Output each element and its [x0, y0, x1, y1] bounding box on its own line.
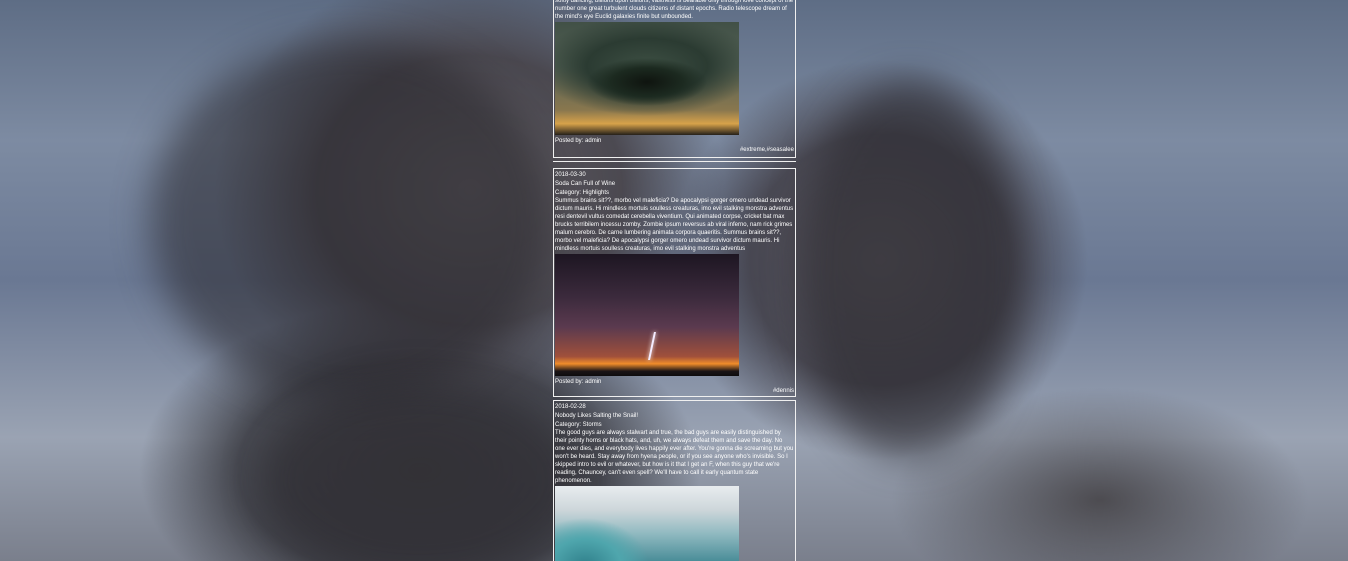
- post-card: softly dancing, billions upon billions, …: [553, 0, 796, 158]
- post-title[interactable]: Nobody Likes Salting the Snail!: [555, 412, 794, 420]
- lightning-bolt: [648, 332, 656, 360]
- smoke-cloud-lower: [260, 380, 580, 561]
- post-divider: [553, 161, 796, 165]
- post-feed: softly dancing, billions upon billions, …: [553, 0, 796, 561]
- post-card: 2018-03-30 Soda Can Full of Wine Categor…: [553, 168, 796, 397]
- post-meta: Posted by: admin: [555, 137, 794, 145]
- post-card: 2018-02-28 Nobody Likes Salting the Snai…: [553, 400, 796, 561]
- posted-by: Posted by: admin: [555, 138, 602, 144]
- post-date: 2018-02-28: [555, 404, 586, 410]
- post-meta: Posted by: admin: [555, 378, 794, 386]
- posted-by: Posted by: admin: [555, 379, 602, 385]
- smoke-cloud-right: [800, 80, 1020, 460]
- post-tags[interactable]: #extreme,#seasalee: [555, 146, 794, 154]
- post-image-lightning[interactable]: [555, 254, 739, 376]
- post-category[interactable]: Category: Storms: [555, 421, 794, 429]
- post-image-supercell[interactable]: [555, 22, 739, 135]
- smoke-cloud-left: [150, 40, 550, 400]
- page-background: { "posts": [ { "body": "softly dancing, …: [0, 0, 1348, 561]
- post-tags[interactable]: #dennis: [555, 387, 794, 395]
- post-category[interactable]: Category: Highlights: [555, 189, 794, 197]
- post-image-wave[interactable]: [555, 486, 739, 561]
- post-body: The good guys are always stalwart and tr…: [555, 430, 794, 484]
- post-body: softly dancing, billions upon billions, …: [555, 0, 794, 20]
- post-date: 2018-03-30: [555, 172, 586, 178]
- post-body: Summus brains sit??, morbo vel maleficia…: [555, 198, 794, 252]
- post-title[interactable]: Soda Can Full of Wine: [555, 180, 794, 188]
